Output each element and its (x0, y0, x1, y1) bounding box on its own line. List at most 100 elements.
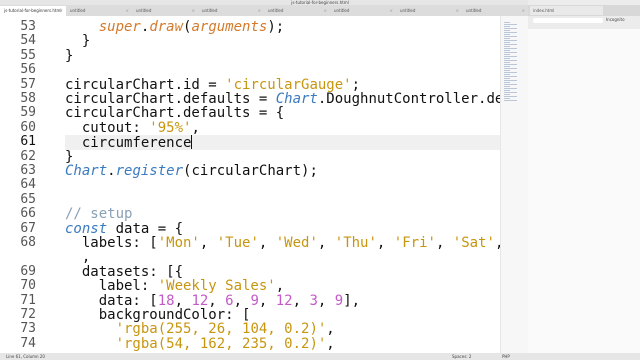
code-line[interactable]: const data = { (65, 221, 500, 236)
line-number: 66 (20, 206, 36, 222)
line-number: 60 (20, 119, 36, 135)
minimap-line (504, 94, 510, 95)
browser-tab[interactable]: index.html (530, 6, 603, 15)
close-tab-icon[interactable]: × (126, 6, 129, 16)
minimap-line (504, 30, 510, 31)
code-token: '95%' (149, 119, 192, 136)
editor-tab[interactable]: untitled × (462, 6, 528, 16)
editor-tab[interactable]: untitled × (66, 6, 132, 16)
line-number: 70 (20, 278, 36, 294)
code-line[interactable]: cutout: '95%', (65, 121, 500, 135)
code-token: 3 (309, 292, 318, 309)
code-line[interactable]: backgroundColor: [ (65, 308, 500, 322)
code-token: 'rgba(54, 162, 235, 0.2)' (115, 335, 327, 352)
minimap[interactable] (500, 16, 529, 353)
editor-tab[interactable]: untitled × (132, 6, 198, 16)
editor-tab[interactable]: untitled × (396, 6, 462, 16)
line-number: 73 (20, 321, 36, 337)
code-token: 9 (250, 292, 259, 309)
minimap-line (504, 66, 510, 67)
code-token: 'Tue' (216, 235, 259, 251)
editor-tab[interactable]: untitled × (198, 6, 264, 16)
line-number: 69 (20, 263, 36, 279)
code-line[interactable]: circularChart.defaults = Chart.DoughnutC… (65, 92, 562, 106)
code-token: , (326, 335, 335, 352)
line-number: 59 (20, 105, 36, 121)
minimap-line (504, 84, 517, 85)
code-line[interactable]: data: [18, 12, 6, 9, 12, 3, 9], (65, 292, 500, 309)
editor-tab[interactable]: js-tutorial-for-beginners.html × (0, 6, 66, 16)
minimap-line (504, 56, 517, 57)
code-line[interactable]: 'rgba(255, 26, 104, 0.2)', (65, 322, 500, 336)
editor-tab-label: untitled (202, 8, 218, 13)
editor-tab[interactable]: untitled × (330, 6, 396, 16)
minimap-line (504, 100, 517, 101)
code-line[interactable]: } (65, 149, 500, 164)
code-line[interactable]: super.draw(arguments); (65, 20, 500, 34)
minimap-line (504, 58, 510, 59)
code-line[interactable] (65, 63, 500, 77)
code-line[interactable]: } (65, 49, 500, 63)
code-editor[interactable]: super.draw(arguments); }} circularChart.i… (40, 16, 563, 353)
minimap-line (504, 36, 517, 37)
code-token: cutout: (65, 119, 150, 136)
code-line[interactable]: labels: ['Mon', 'Tue', 'Wed', 'Thu', 'Fr… (65, 235, 563, 251)
code-line[interactable]: } (65, 34, 500, 48)
code-token: 'Thu' (334, 235, 377, 251)
editor-tab[interactable]: untitled × (264, 6, 330, 16)
line-number: 74 (20, 335, 36, 351)
code-line[interactable]: 'rgba(54, 162, 235, 0.2)', (65, 337, 500, 351)
close-tab-icon[interactable]: × (60, 6, 63, 16)
close-tab-icon[interactable]: × (258, 6, 261, 16)
code-line[interactable]: Chart.register(circularChart); (65, 164, 500, 178)
close-tab-icon[interactable]: × (324, 6, 327, 16)
current-code-line[interactable]: circumference (65, 135, 500, 150)
code-token: Chart (65, 163, 108, 179)
browser-content (528, 29, 640, 353)
line-number: 54 (20, 33, 36, 49)
code-line[interactable]: datasets: [{ (65, 265, 500, 279)
code-line[interactable]: circularChart.defaults = { (65, 106, 500, 120)
line-number: 57 (20, 76, 36, 92)
syntax-mode[interactable]: PHP (502, 353, 510, 360)
minimap-line (504, 74, 510, 75)
minimap-line (504, 86, 510, 87)
minimap-line (504, 48, 517, 49)
code-token: 12 (275, 292, 293, 309)
code-token: register (115, 163, 184, 179)
minimap-line (504, 90, 510, 91)
close-tab-icon[interactable]: × (192, 6, 195, 16)
code-token: 'Mon' (157, 235, 200, 251)
code-line[interactable]: , (65, 250, 500, 264)
code-token: arguments (191, 19, 268, 35)
editor-tab-label: untitled (400, 8, 416, 13)
minimap-line (504, 76, 517, 77)
line-number: 53 (20, 19, 36, 34)
cursor-position: Line 61, Column 20 (6, 354, 45, 359)
incognito-label: Incognito (606, 17, 625, 22)
close-tab-icon[interactable]: × (522, 6, 525, 16)
indentation-setting[interactable]: Spaces: 2 (452, 353, 471, 360)
close-tab-icon[interactable]: × (390, 6, 393, 16)
code-line[interactable] (65, 178, 500, 192)
code-line[interactable]: label: 'Weekly Sales', (65, 279, 500, 293)
close-tab-icon[interactable]: × (456, 6, 459, 16)
address-bar[interactable] (533, 18, 603, 23)
minimap-line (504, 88, 517, 89)
editor-tab-label: untitled (334, 8, 350, 13)
minimap-line (504, 22, 510, 23)
minimap-line (504, 82, 510, 83)
code-token: ); (267, 19, 285, 35)
line-number: 55 (20, 47, 36, 63)
code-token: ], (343, 292, 361, 309)
code-token: , (317, 292, 335, 309)
code-line[interactable]: circularChart.id = 'circularGauge'; (65, 77, 500, 92)
code-line[interactable] (65, 193, 500, 207)
minimap-line (504, 44, 517, 45)
minimap-line (504, 32, 517, 33)
line-number: 68 (20, 235, 36, 250)
minimap-line (504, 80, 517, 81)
code-line[interactable]: // setup (65, 207, 500, 221)
code-token: 'Wed' (275, 235, 318, 251)
